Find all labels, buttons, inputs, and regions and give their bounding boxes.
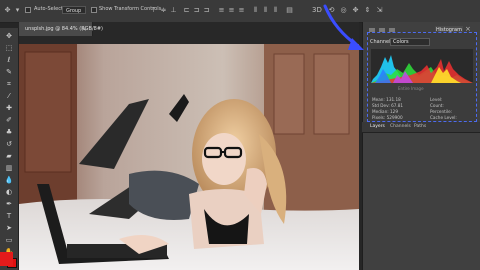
- group-select[interactable]: Group: [62, 6, 86, 14]
- stat-cache-level: Cache Level:: [430, 115, 457, 120]
- align-middle-icon[interactable]: ≑: [160, 6, 167, 14]
- align-top-icon[interactable]: ⊤: [150, 6, 157, 14]
- lasso-icon[interactable]: ℓ: [3, 55, 15, 65]
- eyedropper-icon[interactable]: ⁄: [3, 91, 15, 101]
- align-center-icon[interactable]: ⊐: [193, 6, 200, 14]
- channel-label: Channel:: [370, 39, 393, 45]
- eraser-icon[interactable]: ▰: [3, 151, 15, 161]
- document-window: unsplsh.jpg @ 84.4% (RGB/8#) ×: [19, 22, 359, 270]
- close-icon[interactable]: ×: [81, 22, 87, 36]
- distribute-left-icon[interactable]: ⦀: [252, 6, 259, 14]
- tab-channels[interactable]: Channels: [390, 124, 411, 130]
- align-right-icon[interactable]: ⊐: [203, 6, 210, 14]
- auto-select-checkbox[interactable]: [25, 7, 31, 13]
- distribute-right-icon[interactable]: ⦀: [272, 6, 279, 14]
- gradient-icon[interactable]: ▥: [3, 163, 15, 173]
- image-canvas[interactable]: [19, 44, 359, 270]
- tab-paths[interactable]: Paths: [414, 124, 426, 130]
- dodge-icon[interactable]: ◐: [3, 187, 15, 197]
- pen-icon[interactable]: ✒: [3, 199, 15, 209]
- type-icon[interactable]: T: [3, 211, 15, 221]
- align-left-icon[interactable]: ⊏: [183, 6, 190, 14]
- move-tool-icon[interactable]: ✥: [4, 6, 11, 14]
- blur-icon[interactable]: 💧: [3, 175, 15, 185]
- brush-icon[interactable]: ✐: [3, 115, 15, 125]
- 3d-slide-icon[interactable]: ⇕: [364, 6, 371, 14]
- path-select-icon[interactable]: ➤: [3, 223, 15, 233]
- move-icon[interactable]: ✥: [3, 31, 15, 41]
- quick-select-icon[interactable]: ✎: [3, 67, 15, 77]
- stat-pixels: Pixels: 529900: [372, 115, 403, 120]
- distribute-middle-icon[interactable]: ⦀: [262, 6, 269, 14]
- tab-layers[interactable]: Layers: [370, 124, 385, 130]
- channel-select[interactable]: Colors: [390, 38, 430, 46]
- options-bar: ✥ ▾ Auto-Select: Group Show Transform Co…: [0, 0, 480, 23]
- distribute-top-icon[interactable]: ≡: [218, 6, 225, 14]
- auto-align-icon[interactable]: ▤: [286, 6, 293, 14]
- 3d-roll-icon[interactable]: ◎: [340, 6, 347, 14]
- crop-icon[interactable]: ⌗: [3, 79, 15, 89]
- 3d-scale-icon[interactable]: ⇲: [376, 6, 383, 14]
- histogram-source: Entire Image: [398, 86, 424, 91]
- distribute-center-icon[interactable]: ≡: [228, 6, 235, 14]
- chevron-down-icon[interactable]: ▾: [14, 6, 21, 14]
- tools-panel: ✥ ⬚ ℓ ✎ ⌗ ⁄ ✚ ✐ ♣ ↺ ▰ ▥ 💧 ◐ ✒ T ➤ ▭ ✋: [0, 28, 19, 270]
- color-swatch-indicator[interactable]: [0, 252, 13, 266]
- show-transform-checkbox[interactable]: [91, 7, 97, 13]
- auto-select-label: Auto-Select:: [34, 6, 65, 12]
- photo: [19, 44, 359, 270]
- history-brush-icon[interactable]: ↺: [3, 139, 15, 149]
- align-bottom-icon[interactable]: ⊥: [170, 6, 177, 14]
- histogram-stats-right: Level: Count: Percentile: Cache Level:: [430, 97, 457, 121]
- distribute-bottom-icon[interactable]: ≡: [238, 6, 245, 14]
- rect-marquee-icon[interactable]: ⬚: [3, 43, 15, 53]
- healing-brush-icon[interactable]: ✚: [3, 103, 15, 113]
- document-title: unsplsh.jpg @ 84.4% (RGB/8#): [25, 26, 103, 32]
- 3d-rotate-icon[interactable]: ⟲: [328, 6, 335, 14]
- histogram-graph: [371, 49, 473, 83]
- clone-stamp-icon[interactable]: ♣: [3, 127, 15, 137]
- shape-icon[interactable]: ▭: [3, 235, 15, 245]
- histogram-stats-left: Mean: 131.18 Std Dev: 67.81 Median: 129 …: [372, 97, 403, 121]
- 3d-drag-icon[interactable]: ✥: [352, 6, 359, 14]
- 3d-mode-label-icon: 3D: [312, 6, 322, 14]
